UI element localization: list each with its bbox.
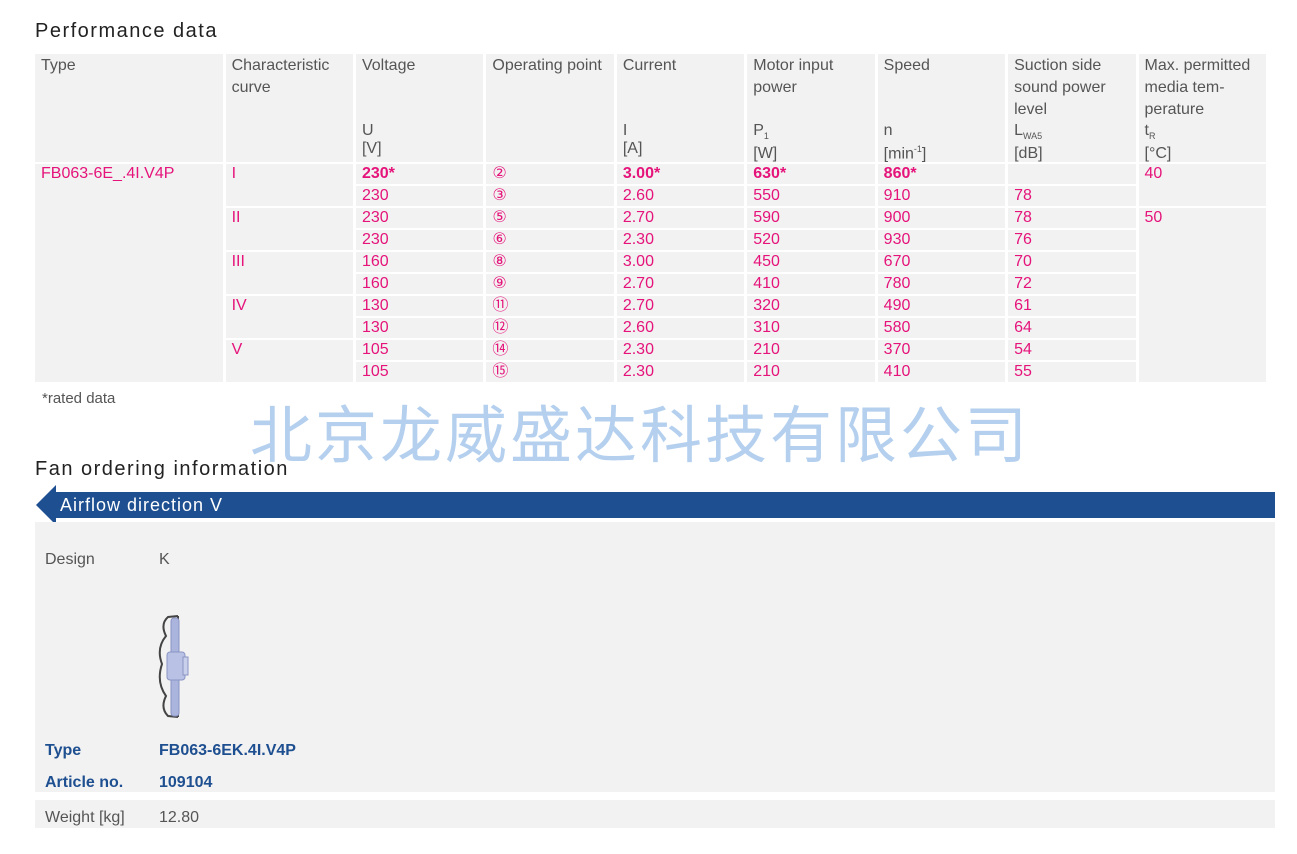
cell-i: 2.30: [616, 230, 745, 250]
cell-i: 2.30: [616, 340, 745, 360]
curve-cell: II: [225, 208, 353, 250]
cell-op: ⑤: [486, 208, 614, 228]
header-curve: Characteristic curve: [225, 54, 353, 162]
cell-n: 670: [877, 252, 1006, 272]
cell-n: 910: [877, 186, 1006, 206]
article-label: Article no.: [45, 774, 124, 791]
header-current: Current I [A]: [616, 54, 745, 162]
cell-p: 210: [747, 362, 875, 382]
ordering-title: Fan ordering information: [35, 458, 289, 480]
airflow-label: Airflow direction V: [60, 495, 224, 515]
cell-u: 230: [355, 208, 484, 228]
article-value: 109104: [159, 774, 213, 791]
header-operating-point: Operating point: [486, 54, 614, 162]
design-label: Design: [45, 551, 95, 568]
cell-u: 230*: [355, 164, 484, 184]
cell-i: 2.70: [616, 274, 745, 294]
cell-l: 78: [1008, 186, 1136, 206]
design-value: K: [159, 551, 170, 568]
header-sound: Suction side sound power level LWA5 [dB]: [1008, 54, 1136, 162]
cell-i: 3.00: [616, 252, 745, 272]
curve-cell: V: [225, 340, 353, 382]
weight-value: 12.80: [159, 809, 200, 826]
type-cell: FB063-6E_.4I.V4P: [35, 164, 223, 382]
fan-design-drawing-icon: [158, 615, 189, 718]
cell-l: 78: [1008, 208, 1136, 228]
arrow-left-icon: [36, 485, 56, 525]
cell-n: 580: [877, 318, 1006, 338]
cell-n: 490: [877, 296, 1006, 316]
cell-op: ②: [486, 164, 614, 184]
watermark-text: 北京龙威盛达科技有限公司: [250, 399, 1031, 472]
header-voltage: Voltage U [V]: [355, 54, 484, 162]
cell-p: 310: [747, 318, 875, 338]
table-row: FB063-6E_.4I.V4P I 230* ② 3.00* 630* 860* 40: [35, 164, 1266, 382]
cell-p: 410: [747, 274, 875, 294]
cell-op: ⑧: [486, 252, 614, 272]
header-temperature: Max. permitted media tem-perature tR [°C]: [1138, 54, 1266, 162]
cell-u: 105: [355, 340, 484, 360]
cell-n: 780: [877, 274, 1006, 294]
cell-p: 630*: [747, 164, 875, 184]
curve-cell: III: [225, 252, 353, 294]
cell-op: ⑫: [486, 318, 614, 338]
header-type: Type: [35, 54, 223, 162]
cell-p: 590: [747, 208, 875, 228]
cell-l: 55: [1008, 362, 1136, 382]
cell-l: [1008, 164, 1136, 184]
cell-p: 320: [747, 296, 875, 316]
cell-u: 160: [355, 274, 484, 294]
cell-n: 860*: [877, 164, 1006, 184]
curve-cell: IV: [225, 296, 353, 338]
cell-n: 930: [877, 230, 1006, 250]
temp-cell: 40: [1138, 164, 1266, 206]
cell-p: 450: [747, 252, 875, 272]
cell-u: 230: [355, 230, 484, 250]
rated-footnote: *rated data: [42, 390, 116, 407]
airflow-direction-bar: Airflow direction V: [36, 485, 1275, 525]
cell-n: 900: [877, 208, 1006, 228]
cell-u: 160: [355, 252, 484, 272]
table-header-row: Type Characteristic curve Voltage U [V] O…: [35, 54, 1266, 162]
cell-p: 520: [747, 230, 875, 250]
cell-i: 3.00*: [616, 164, 745, 184]
cell-i: 2.60: [616, 186, 745, 206]
cell-u: 230: [355, 186, 484, 206]
cell-i: 2.70: [616, 208, 745, 228]
cell-p: 210: [747, 340, 875, 360]
cell-op: ③: [486, 186, 614, 206]
cell-p: 550: [747, 186, 875, 206]
cell-l: 54: [1008, 340, 1136, 360]
weight-panel: [35, 800, 1275, 828]
cell-i: 2.70: [616, 296, 745, 316]
cell-op: ⑪: [486, 296, 614, 316]
cell-op: ⑭: [486, 340, 614, 360]
cell-l: 70: [1008, 252, 1136, 272]
type-value: FB063-6EK.4I.V4P: [159, 742, 296, 759]
performance-table: Type Characteristic curve Voltage U [V] O…: [32, 52, 1269, 384]
header-power: Motor input power P1 [W]: [747, 54, 875, 162]
curve-cell: I: [225, 164, 353, 206]
cell-op: ⑮: [486, 362, 614, 382]
cell-l: 76: [1008, 230, 1136, 250]
cell-i: 2.60: [616, 318, 745, 338]
cell-u: 105: [355, 362, 484, 382]
performance-title: Performance data: [35, 20, 218, 42]
cell-i: 2.30: [616, 362, 745, 382]
cell-l: 61: [1008, 296, 1136, 316]
cell-n: 370: [877, 340, 1006, 360]
cell-n: 410: [877, 362, 1006, 382]
type-label: Type: [45, 742, 82, 759]
cell-l: 64: [1008, 318, 1136, 338]
cell-op: ⑥: [486, 230, 614, 250]
cell-l: 72: [1008, 274, 1136, 294]
cell-op: ⑨: [486, 274, 614, 294]
temp-cell: 50: [1138, 208, 1266, 382]
weight-label: Weight [kg]: [45, 809, 125, 826]
header-speed: Speed n [min-1]: [877, 54, 1006, 162]
cell-u: 130: [355, 318, 484, 338]
cell-u: 130: [355, 296, 484, 316]
